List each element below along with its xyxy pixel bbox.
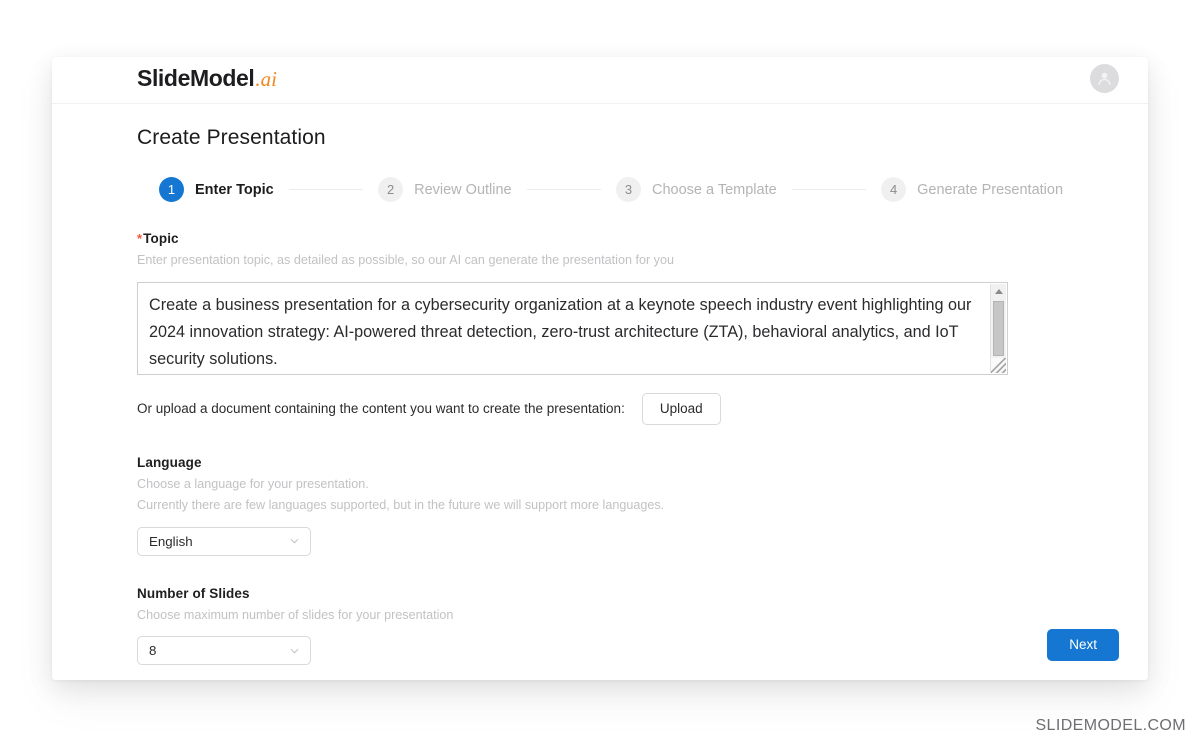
step-number-3: 3 — [616, 177, 642, 202]
topic-field: *Topic Enter presentation topic, as deta… — [137, 231, 1063, 375]
slides-hint: Choose maximum number of slides for your… — [137, 607, 454, 622]
topic-label-text: Topic — [143, 231, 179, 246]
topic-hint: Enter presentation topic, as detailed as… — [137, 253, 674, 267]
chevron-down-icon — [290, 648, 299, 654]
step-enter-topic[interactable]: 1 Enter Topic — [159, 177, 274, 202]
step-connector-2 — [526, 189, 602, 190]
slides-label: Number of Slides — [137, 585, 250, 601]
language-hint-1: Choose a language for your presentation. — [137, 476, 369, 491]
upload-row: Or upload a document containing the cont… — [137, 392, 1063, 425]
language-hint-2: Currently there are few languages suppor… — [137, 498, 665, 513]
app-page: SlideModel.ai Create Presentation 1 Ente… — [0, 0, 1200, 743]
topic-textarea-value: Create a business presentation for a cyb… — [149, 295, 976, 368]
step-connector-1 — [288, 189, 364, 190]
step-number-2: 2 — [378, 177, 404, 202]
scrollbar-thumb[interactable] — [993, 300, 1004, 356]
topic-textarea[interactable]: Create a business presentation for a cyb… — [137, 281, 1008, 375]
slidemodel-watermark: SLIDEMODEL.COM — [1035, 717, 1186, 734]
card-body: Create Presentation 1 Enter Topic 2 Revi… — [52, 104, 1148, 666]
step-number-1: 1 — [159, 177, 184, 202]
step-choose-template[interactable]: 3 Choose a Template — [616, 177, 777, 202]
language-select-value: English — [149, 533, 193, 549]
slides-select-value: 8 — [149, 643, 157, 659]
topic-label: *Topic — [137, 231, 1063, 246]
step-generate-presentation[interactable]: 4 Generate Presentation — [881, 177, 1063, 202]
step-connector-3 — [791, 189, 867, 190]
user-avatar-icon[interactable] — [1090, 64, 1119, 93]
slides-select[interactable]: 8 — [137, 636, 311, 666]
logo-text: SlideModel — [137, 65, 255, 91]
scroll-up-arrow-icon[interactable] — [991, 284, 1007, 300]
language-field: Language Choose a language for your pres… — [137, 455, 1063, 556]
slides-field: Number of Slides Choose maximum number o… — [137, 586, 1063, 666]
logo-ai-suffix: .ai — [255, 67, 277, 91]
language-label: Language — [137, 454, 202, 470]
chevron-down-icon — [290, 538, 299, 544]
step-label-1: Enter Topic — [195, 181, 274, 198]
step-label-3: Choose a Template — [652, 181, 777, 198]
create-presentation-card: SlideModel.ai Create Presentation 1 Ente… — [52, 57, 1148, 680]
upload-button[interactable]: Upload — [641, 392, 721, 425]
upload-instruction: Or upload a document containing the cont… — [137, 401, 625, 417]
step-number-4: 4 — [881, 177, 907, 202]
slidemodel-logo[interactable]: SlideModel.ai — [137, 65, 277, 92]
app-header: SlideModel.ai — [52, 57, 1148, 104]
resize-grip-icon[interactable] — [991, 357, 1006, 373]
progress-stepper: 1 Enter Topic 2 Review Outline 3 Choose … — [159, 177, 1063, 202]
step-label-2: Review Outline — [414, 181, 512, 198]
step-review-outline[interactable]: 2 Review Outline — [378, 177, 512, 202]
page-title: Create Presentation — [137, 126, 326, 149]
required-asterisk: * — [137, 231, 143, 246]
language-select[interactable]: English — [137, 526, 311, 556]
step-label-4: Generate Presentation — [917, 181, 1064, 198]
next-button[interactable]: Next — [1047, 628, 1119, 661]
